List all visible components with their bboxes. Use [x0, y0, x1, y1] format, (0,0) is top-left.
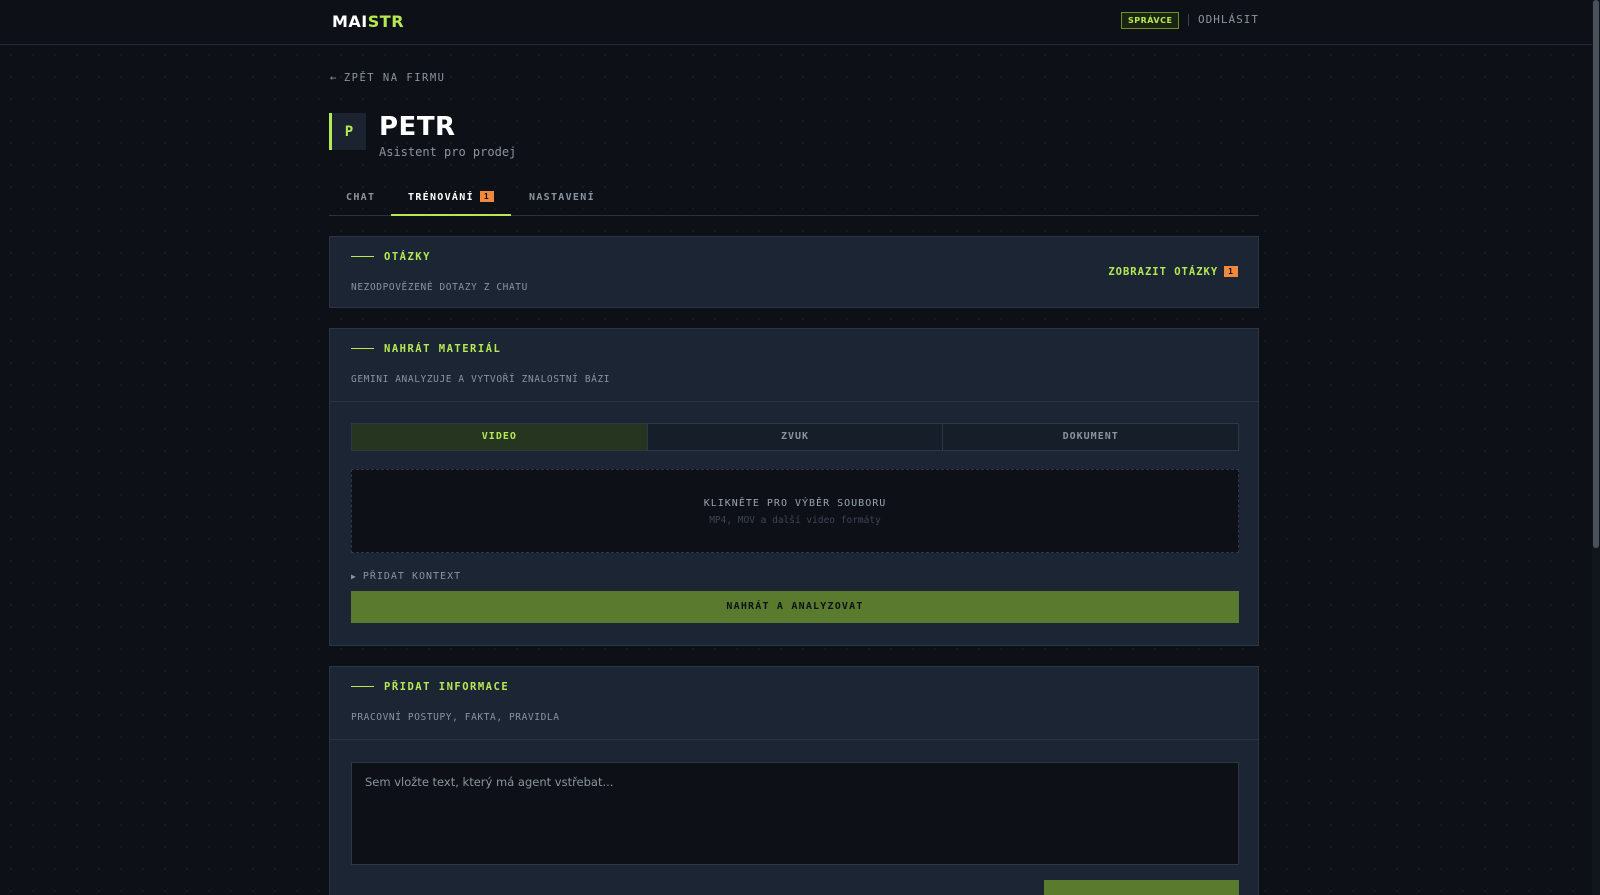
dropzone-hint: MP4, MOV a další video formáty	[709, 515, 881, 526]
section-title: OTÁZKY	[351, 251, 431, 263]
section-subtitle: PRACOVNÍ POSTUPY, FAKTA, PRAVIDLA	[351, 712, 560, 723]
tab-settings[interactable]: NASTAVENÍ	[529, 183, 595, 216]
scrollbar[interactable]	[1592, 0, 1600, 895]
divider	[1188, 14, 1189, 26]
logo-part-1: MAI	[332, 12, 368, 31]
dash-icon	[351, 348, 374, 349]
add-context-toggle[interactable]: ▶ PŘIDAT KONTEXT	[351, 571, 461, 582]
back-link-label: ZPĚT NA FIRMU	[343, 72, 446, 84]
type-video-option[interactable]: VIDEO	[352, 424, 648, 450]
arrow-left-icon: ←	[330, 72, 338, 84]
tab-label: NASTAVENÍ	[529, 192, 595, 203]
section-title: PŘIDAT INFORMACE	[351, 681, 509, 693]
avatar: P	[329, 113, 366, 150]
upload-analyze-button[interactable]: NAHRÁT A ANALYZOVAT	[351, 591, 1239, 623]
section-subtitle: GEMINI ANALYZUJE A VYTVOŘÍ ZNALOSTNÍ BÁZ…	[351, 374, 611, 385]
role-badge: SPRÁVCE	[1121, 12, 1180, 29]
save-info-button[interactable]	[1044, 880, 1239, 895]
section-title-label: OTÁZKY	[384, 251, 431, 263]
tab-chat[interactable]: CHAT	[346, 183, 375, 216]
type-audio-option[interactable]: ZVUK	[647, 424, 944, 450]
divider	[330, 401, 1258, 402]
back-link[interactable]: ← ZPĚT NA FIRMU	[330, 72, 446, 84]
section-title: NAHRÁT MATERIÁL	[351, 343, 501, 355]
tab-label: TRÉNOVÁNÍ	[408, 192, 474, 203]
add-context-label: PŘIDAT KONTEXT	[362, 571, 462, 582]
dash-icon	[351, 256, 374, 257]
tab-label: CHAT	[346, 192, 376, 203]
section-title-label: PŘIDAT INFORMACE	[384, 681, 510, 693]
count-badge: 1	[1224, 266, 1238, 277]
tab-training[interactable]: TRÉNOVÁNÍ 1	[391, 183, 512, 216]
questions-card: OTÁZKY NEZODPOVĚZENÉ DOTAZY Z CHATU ZOBR…	[329, 236, 1259, 308]
section-title-label: NAHRÁT MATERIÁL	[384, 343, 502, 355]
agent-role: Asistent pro prodej	[379, 145, 517, 159]
type-document-option[interactable]: DOKUMENT	[943, 424, 1239, 450]
add-info-card: PŘIDAT INFORMACE PRACOVNÍ POSTUPY, FAKTA…	[329, 666, 1259, 895]
upload-card: NAHRÁT MATERIÁL GEMINI ANALYZUJE A VYTVO…	[329, 328, 1259, 646]
count-badge: 1	[479, 191, 495, 202]
show-questions-label: ZOBRAZIT OTÁZKY	[1108, 266, 1219, 278]
info-textarea[interactable]: Sem vložte text, který má agent vstřebat…	[351, 762, 1239, 865]
logo-part-2: STR	[367, 12, 405, 31]
section-subtitle: NEZODPOVĚZENÉ DOTAZY Z CHATU	[351, 282, 528, 293]
dash-icon	[351, 686, 374, 687]
file-dropzone[interactable]: KLIKNĚTE PRO VÝBĚR SOUBORU MP4, MOV a da…	[351, 469, 1239, 553]
top-bar: MAISTR SPRÁVCE ODHLÁSIT	[0, 0, 1592, 45]
media-type-selector: VIDEO ZVUK DOKUMENT	[351, 423, 1239, 451]
scrollbar-thumb[interactable]	[1593, 0, 1599, 548]
logout-link[interactable]: ODHLÁSIT	[1198, 13, 1259, 26]
app-logo[interactable]: MAISTR	[332, 12, 404, 31]
dropzone-label: KLIKNĚTE PRO VÝBĚR SOUBORU	[703, 498, 887, 509]
divider	[330, 739, 1258, 740]
caret-right-icon: ▶	[351, 572, 357, 581]
show-questions-button[interactable]: ZOBRAZIT OTÁZKY 1	[1108, 266, 1238, 278]
tab-bar: CHAT TRÉNOVÁNÍ 1 NASTAVENÍ	[329, 183, 1259, 216]
page-title: PETR	[379, 112, 456, 142]
